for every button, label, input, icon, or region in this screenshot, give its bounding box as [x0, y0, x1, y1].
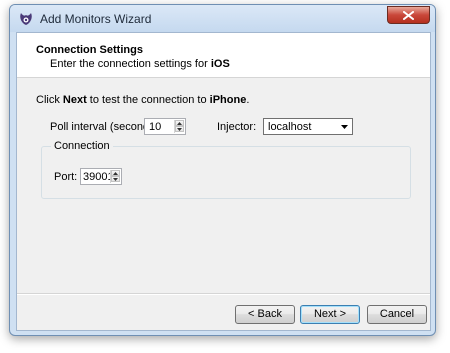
window-title: Add Monitors Wizard [40, 12, 152, 26]
footer-divider [17, 293, 430, 295]
connection-group-label: Connection [51, 140, 113, 152]
wizard-window: Add Monitors Wizard Connection Settings … [9, 4, 436, 336]
poll-interval-arrows [174, 120, 184, 133]
poll-down-button[interactable] [175, 126, 184, 132]
instruction-text: Click Next to test the connection to iPh… [36, 94, 249, 106]
close-button[interactable] [387, 6, 430, 24]
poll-interval-value[interactable]: 10 [149, 121, 161, 133]
back-button[interactable]: < Back [235, 305, 295, 324]
poll-interval-spinner[interactable]: 10 [144, 118, 186, 135]
port-arrows [110, 170, 120, 183]
port-label: Port: [54, 171, 78, 183]
next-button[interactable]: Next > [300, 305, 360, 324]
arrow-down-icon [113, 178, 118, 181]
app-logo-icon [18, 11, 34, 27]
cancel-button[interactable]: Cancel [367, 305, 427, 324]
instruction-prefix: Click [36, 94, 63, 106]
close-icon [403, 11, 414, 20]
instruction-next: Next [62, 94, 87, 106]
page-title: Connection Settings [36, 44, 143, 56]
instruction-suffix: . [246, 94, 250, 106]
injector-label: Injector: [217, 121, 257, 133]
injector-value: localhost [268, 121, 312, 133]
port-down-button[interactable] [111, 176, 120, 182]
subtitle-text: Enter the connection settings for [50, 58, 211, 70]
wizard-header: Connection Settings Enter the connection… [17, 33, 430, 78]
arrow-down-icon [177, 128, 182, 131]
chevron-down-icon [341, 125, 348, 129]
title-bar[interactable]: Add Monitors Wizard [10, 5, 435, 32]
arrow-up-icon [177, 122, 182, 125]
injector-select[interactable]: localhost [263, 118, 353, 135]
page-subtitle: Enter the connection settings for iOS [50, 58, 230, 70]
subtitle-os: iOS [210, 58, 230, 70]
port-value[interactable]: 39001 [83, 171, 114, 183]
wizard-page: Connection Settings Enter the connection… [16, 32, 431, 331]
instruction-device: iPhone [209, 94, 247, 106]
instruction-middle: to test the connection to [86, 94, 210, 106]
arrow-up-icon [113, 172, 118, 175]
port-spinner[interactable]: 39001 [80, 168, 122, 185]
